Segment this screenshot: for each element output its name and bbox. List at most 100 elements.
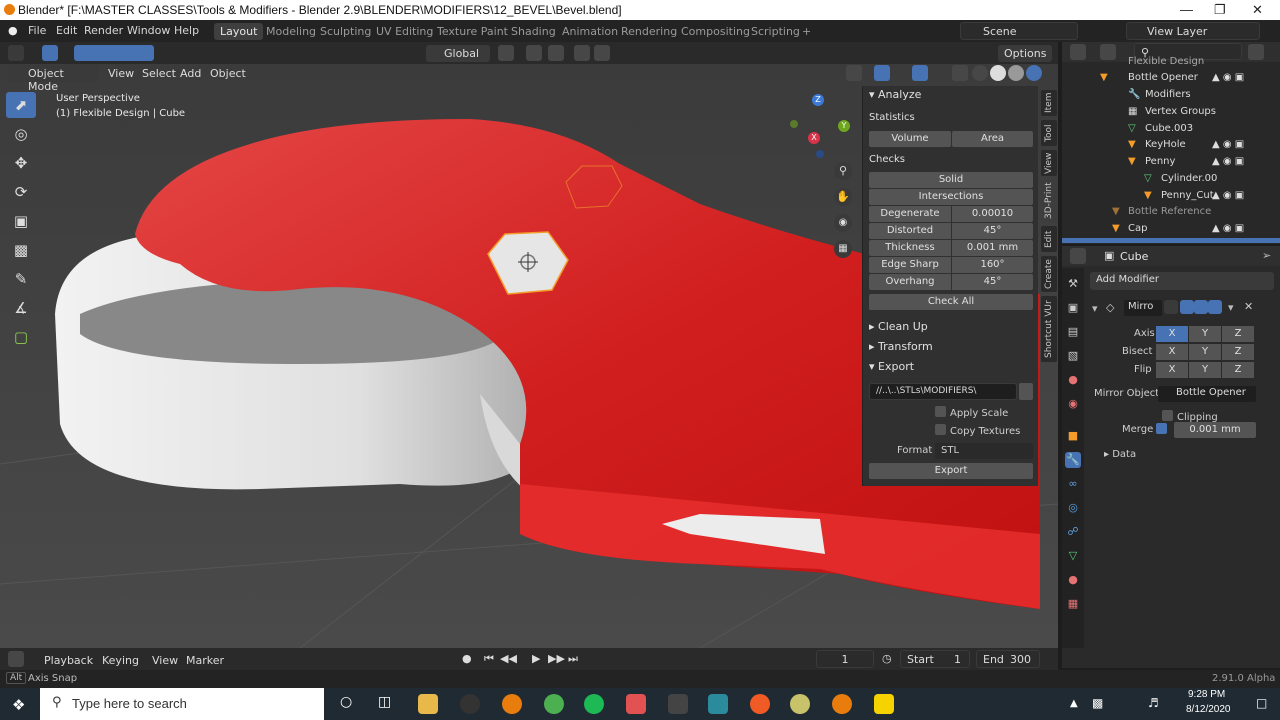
menu-view[interactable]: View — [152, 654, 178, 667]
outliner-item-cube003[interactable]: ▽ Cube.003 — [1062, 121, 1280, 138]
editor-type-icon[interactable] — [1070, 248, 1086, 264]
edit-mode-icon[interactable] — [1180, 300, 1194, 314]
play-icon[interactable]: ▶ — [532, 652, 540, 665]
gizmo-neg-y[interactable] — [790, 120, 798, 128]
file-explorer-icon[interactable] — [418, 694, 438, 714]
tab-modeling[interactable]: Modeling — [260, 23, 322, 40]
selection-mode-buttons[interactable] — [74, 45, 154, 61]
remove-modifier-icon[interactable]: ✕ — [1244, 300, 1253, 313]
mode-dropdown[interactable]: Object Mode — [8, 65, 98, 93]
check-row-degenerate[interactable]: Degenerate 0.00010 — [869, 206, 1033, 222]
output-tab-icon[interactable]: ▤ — [1065, 324, 1081, 340]
spotify-icon[interactable] — [584, 694, 604, 714]
edit-cage-icon[interactable] — [1164, 300, 1178, 314]
export-path-field[interactable]: //..\..\STLs\MODIFIERS\ — [869, 383, 1017, 400]
apply-scale-checkbox[interactable]: Apply Scale — [935, 406, 1008, 419]
gizmo-x-axis[interactable]: X — [808, 132, 820, 144]
tab-sculpting[interactable]: Sculpting — [314, 23, 377, 40]
outliner-item-vertex-groups[interactable]: ▦ Vertex Groups — [1062, 104, 1280, 121]
notifications-icon[interactable]: □ — [1256, 696, 1267, 710]
menu-help[interactable]: Help — [174, 24, 199, 37]
transform-tool-icon[interactable]: ▩ — [6, 237, 36, 263]
outliner-item-penny-cut[interactable]: ▼ Penny_Cut ▲ ◉ ▣ — [1062, 188, 1280, 205]
texture-tab-icon[interactable]: ▦ — [1065, 596, 1081, 612]
format-dropdown[interactable]: STL — [935, 443, 1033, 459]
render-tab-icon[interactable]: ▣ — [1065, 300, 1081, 316]
material-shading-icon[interactable] — [1008, 65, 1024, 81]
annotate-tool-icon[interactable]: ✎ — [6, 266, 36, 292]
outliner-item-cylinder[interactable]: ▽ Cylinder.00 — [1062, 171, 1280, 188]
tab-create[interactable]: Create — [1041, 256, 1057, 292]
overlay-toggle-icon[interactable] — [912, 65, 928, 81]
solid-button[interactable]: Solid — [869, 172, 1033, 188]
export-button[interactable]: Export — [869, 463, 1033, 479]
wireframe-shading-icon[interactable] — [972, 65, 988, 81]
particles-tab-icon[interactable]: ∞ — [1065, 476, 1081, 492]
view-layer-tab-icon[interactable]: ▧ — [1065, 348, 1081, 364]
xray-icon[interactable] — [952, 65, 968, 81]
solid-shading-icon[interactable] — [990, 65, 1006, 81]
proportional-edit-icon[interactable] — [574, 45, 590, 61]
colored-bars-icon[interactable] — [708, 694, 728, 714]
bisect-y-toggle[interactable]: Y — [1189, 344, 1221, 360]
transform-header[interactable]: ▸ Transform — [869, 340, 933, 353]
task-view-icon[interactable]: ◫ — [378, 694, 391, 710]
clean-up-header[interactable]: ▸ Clean Up — [869, 320, 928, 333]
outliner-item-bottle-reference[interactable]: ▼ Bottle Reference — [1062, 204, 1280, 221]
check-row-edge-sharp[interactable]: Edge Sharp 160° — [869, 257, 1033, 273]
add-workspace-button[interactable]: + — [796, 23, 817, 40]
minimize-button[interactable]: — — [1180, 2, 1193, 17]
flip-y-toggle[interactable]: Y — [1189, 362, 1221, 378]
current-frame-field[interactable]: 1 — [816, 650, 874, 668]
cursor-tool-icon[interactable]: ◎ — [6, 121, 36, 147]
network-icon[interactable]: ▩ — [1092, 696, 1103, 710]
falloff-icon[interactable] — [594, 45, 610, 61]
select-tool-icon[interactable]: ⬈ — [6, 92, 36, 118]
check-row-thickness[interactable]: Thickness 0.001 mm — [869, 240, 1033, 256]
snap-icon[interactable] — [526, 45, 542, 61]
volume-button[interactable]: Volume — [869, 131, 951, 147]
modifier-menu-icon[interactable]: ▾ — [1228, 301, 1234, 314]
check-all-button[interactable]: Check All — [869, 294, 1033, 310]
analyze-header[interactable]: ▾ Analyze — [869, 88, 921, 101]
bisect-z-toggle[interactable]: Z — [1222, 344, 1254, 360]
data-tab-icon[interactable]: ▽ — [1065, 548, 1081, 564]
object-tab-icon[interactable]: ■ — [1065, 428, 1081, 444]
axis-z-toggle[interactable]: Z — [1222, 326, 1254, 342]
tab-view[interactable]: View — [1041, 150, 1057, 176]
outliner-item-keyhole[interactable]: ▼ KeyHole ▲ ◉ ▣ — [1062, 137, 1280, 154]
flip-x-toggle[interactable]: X — [1156, 362, 1188, 378]
next-key-icon[interactable]: ▶▶ — [548, 652, 565, 665]
merge-distance-field[interactable]: 0.001 mm — [1174, 422, 1256, 438]
clock-icon[interactable]: ◷ — [882, 652, 892, 665]
area-button[interactable]: Area — [952, 131, 1033, 147]
tab-item[interactable]: Item — [1041, 90, 1057, 116]
tray-chevron-icon[interactable]: ▲ — [1070, 698, 1078, 709]
prev-key-icon[interactable]: ◀◀ — [500, 652, 517, 665]
windows-start-icon[interactable]: ❖ — [12, 696, 25, 714]
bisect-x-toggle[interactable]: X — [1156, 344, 1188, 360]
scene-selector[interactable]: Scene — [960, 22, 1078, 40]
chrome-icon[interactable] — [544, 694, 564, 714]
intersections-button[interactable]: Intersections — [869, 189, 1033, 205]
tab-layout[interactable]: Layout — [214, 23, 264, 40]
scene-tab-icon[interactable]: ● — [1065, 372, 1081, 388]
navigation-gizmo[interactable]: Z Y X — [786, 94, 852, 160]
rotate-tool-icon[interactable]: ⟳ — [6, 179, 36, 205]
check-row-distorted[interactable]: Distorted 45° — [869, 223, 1033, 239]
menu-object[interactable]: Object — [210, 67, 246, 80]
pan-hand-icon[interactable]: ✋ — [834, 188, 852, 206]
gizmo-z-axis[interactable]: Z — [812, 94, 824, 106]
record-icon[interactable]: ● — [462, 652, 472, 665]
tab-uv-editing[interactable]: UV Editing — [370, 23, 439, 40]
menu-select[interactable]: Select — [142, 67, 176, 80]
world-tab-icon[interactable]: ◉ — [1065, 396, 1081, 412]
pin-icon[interactable]: ➢ — [1262, 249, 1271, 262]
tab-rendering[interactable]: Rendering — [615, 23, 683, 40]
blender-alt-icon[interactable] — [832, 694, 852, 714]
editor-type-icon[interactable] — [8, 651, 24, 667]
menu-marker[interactable]: Marker — [186, 654, 224, 667]
tab-animation[interactable]: Animation — [556, 23, 624, 40]
scale-tool-icon[interactable]: ▣ — [6, 208, 36, 234]
taskbar-search-box[interactable]: ⚲ Type here to search — [40, 688, 324, 720]
